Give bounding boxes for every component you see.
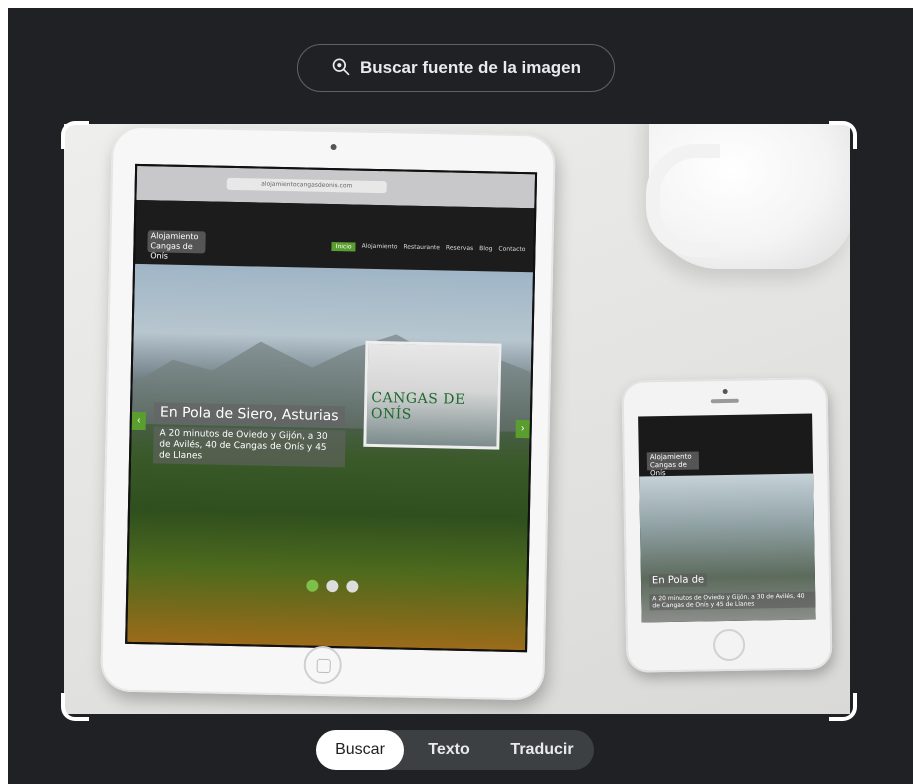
ipad-home-button	[303, 645, 343, 685]
iphone-device: Alojamiento Cangas de Onís En Pola de A …	[621, 377, 833, 673]
iphone-site-logo: Alojamiento Cangas de Onís	[646, 451, 700, 477]
slider-dot	[306, 579, 319, 592]
slider-dot	[346, 580, 359, 593]
tab-search[interactable]: Buscar	[316, 730, 404, 770]
hero-card-text: CANGAS DE ONÍS	[370, 389, 466, 423]
crop-handle-bottom-left[interactable]	[61, 693, 89, 721]
slider-dot	[326, 580, 339, 593]
iphone-home-button	[712, 628, 746, 662]
site-nav-item: Restaurante	[403, 243, 441, 252]
find-image-source-label: Buscar fuente de la imagen	[359, 58, 582, 77]
hero-prev-arrow-icon: ‹	[131, 411, 146, 431]
site-logo: Alojamiento Cangas de Onís	[147, 230, 206, 261]
hero-title: En Pola de Siero, Asturias	[153, 402, 345, 427]
hero-text: A 20 minutos de Oviedo y Gijón, a 30 de …	[152, 426, 346, 468]
ipad-camera	[330, 143, 337, 151]
hero-card: CANGAS DE ONÍS	[363, 340, 502, 450]
mode-tabs: Buscar Texto Traducir	[316, 730, 594, 770]
ipad-screen: alojamientocangasdeonis.com Alojamiento …	[125, 163, 538, 653]
site-nav: Inicio Alojamiento Restaurante Reservas …	[331, 242, 526, 255]
site-nav-item: Alojamiento	[361, 242, 398, 251]
crop-handle-top-right[interactable]	[829, 121, 857, 149]
hero-next-arrow-icon: ›	[515, 419, 530, 439]
mug-handle	[646, 144, 720, 257]
crop-handle-bottom-right[interactable]	[829, 693, 857, 721]
tab-text[interactable]: Texto	[404, 730, 494, 770]
ipad-device: alojamientocangasdeonis.com Alojamiento …	[100, 125, 556, 701]
site-header: Alojamiento Cangas de Onís Inicio Alojam…	[135, 199, 535, 273]
site-nav-item: Inicio	[331, 242, 356, 252]
iphone-hero-text: A 20 minutos de Oviedo y Gijón, a 30 de …	[649, 591, 816, 611]
site-nav-item: Contacto	[498, 245, 526, 254]
site-hero: En Pola de Siero, Asturias A 20 minutos …	[127, 263, 533, 651]
crop-handle-top-left[interactable]	[61, 121, 89, 149]
image-search-icon	[331, 56, 351, 81]
selected-image[interactable]: alojamientocangasdeonis.com Alojamiento …	[64, 124, 850, 714]
tab-translate[interactable]: Traducir	[494, 730, 590, 770]
find-image-source-button[interactable]: Buscar fuente de la imagen	[297, 44, 615, 92]
site-nav-item: Blog	[479, 245, 493, 253]
iphone-speaker	[710, 398, 739, 404]
site-nav-item: Reservas	[445, 244, 474, 253]
site-logo-line2: Cangas de Onís	[150, 241, 193, 261]
browser-url: alojamientocangasdeonis.com	[226, 177, 387, 194]
iphone-screen: Alojamiento Cangas de Onís En Pola de A …	[638, 413, 816, 623]
slider-dots	[306, 579, 359, 593]
iphone-hero-title: En Pola de	[648, 573, 708, 588]
iphone-camera	[722, 388, 728, 395]
